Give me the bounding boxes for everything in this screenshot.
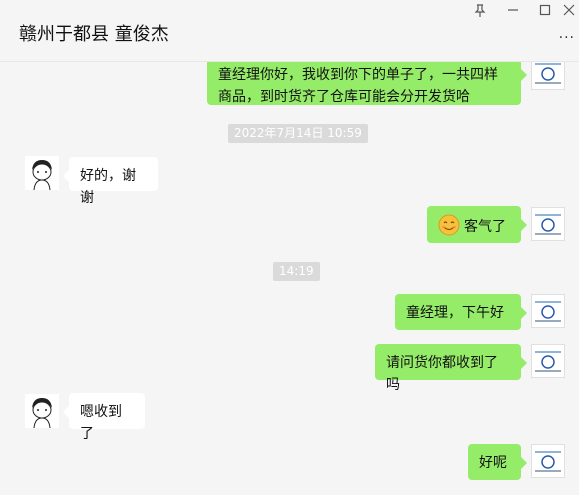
message-text: 客气了 — [464, 219, 506, 235]
my-avatar[interactable] — [531, 344, 565, 378]
message-bubble[interactable]: 嗯收到了 — [63, 393, 145, 442]
timestamp: 14:19 — [273, 262, 320, 281]
message-list[interactable]: 童经理你好，我收到你下的单子了，一共四样商品，到时货齐了仓库可能会分开发货哈 2… — [0, 62, 579, 495]
message-bubble[interactable]: 请问货你都收到了吗 — [375, 344, 527, 393]
message-bubble[interactable]: 好的，谢谢 — [63, 157, 158, 206]
message-bubble[interactable]: 童经理，下午好 — [395, 294, 527, 330]
my-avatar[interactable] — [531, 62, 565, 90]
more-icon[interactable]: ··· — [559, 30, 575, 46]
my-avatar[interactable] — [531, 294, 565, 328]
timestamp: 2022年7月14日 10:59 — [228, 124, 368, 143]
message-bubble[interactable]: 好呢 — [468, 444, 527, 480]
minimize-icon[interactable] — [505, 4, 521, 20]
contact-avatar[interactable] — [25, 394, 59, 428]
close-icon[interactable] — [561, 4, 577, 20]
smile-emoji-icon — [438, 214, 460, 236]
chat-title: 赣州于都县 童俊杰 — [19, 24, 169, 45]
maximize-icon[interactable] — [537, 4, 553, 20]
contact-avatar[interactable] — [25, 156, 59, 190]
pin-icon[interactable] — [472, 4, 488, 20]
message-bubble[interactable]: 童经理你好，我收到你下的单子了，一共四样商品，到时货齐了仓库可能会分开发货哈 — [207, 62, 527, 105]
my-avatar[interactable] — [531, 444, 565, 478]
my-avatar[interactable] — [531, 207, 565, 241]
message-bubble[interactable]: 客气了 — [427, 206, 527, 243]
chat-header: 赣州于都县 童俊杰 ··· — [0, 0, 579, 62]
